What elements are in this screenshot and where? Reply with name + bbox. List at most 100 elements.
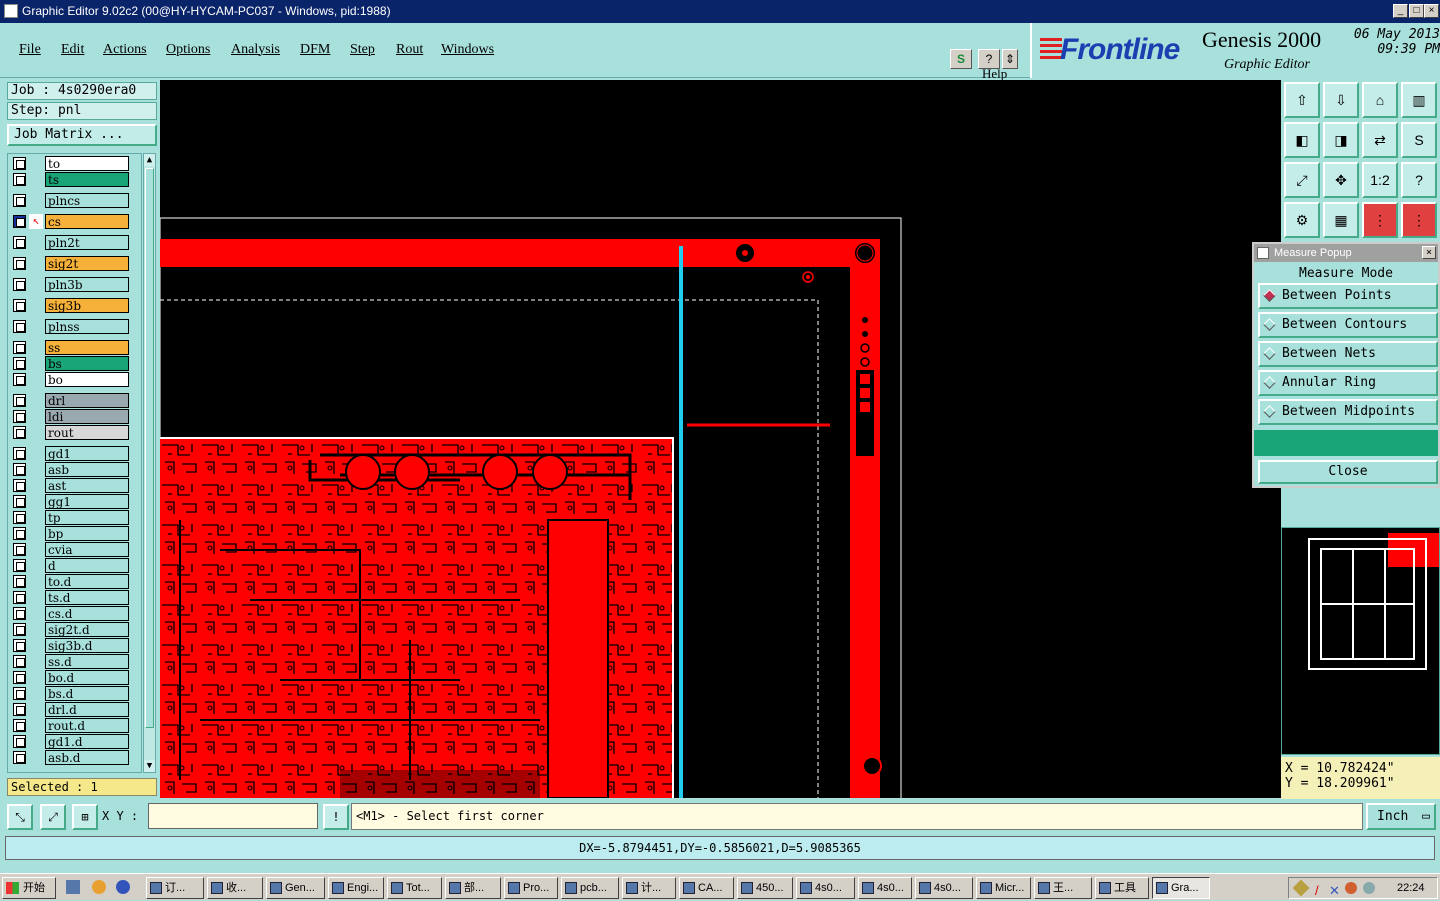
layer-checkbox[interactable]	[13, 591, 26, 604]
layer-checkbox[interactable]	[13, 655, 26, 668]
layer-checkbox[interactable]	[13, 607, 26, 620]
graphic-canvas[interactable]	[159, 80, 1281, 819]
taskbar-item[interactable]: 计...	[622, 877, 676, 899]
layer-name[interactable]: drl.d	[45, 702, 129, 717]
grid-icon[interactable]: ▦	[1323, 202, 1359, 238]
layer-checkbox[interactable]	[13, 623, 26, 636]
layer-name[interactable]: tp	[45, 510, 129, 525]
scroll-up-icon[interactable]: ▲	[144, 154, 155, 166]
menu-step[interactable]: Step	[350, 42, 375, 58]
layer-row[interactable]: pln2t	[11, 235, 141, 250]
layer-checkbox[interactable]	[13, 559, 26, 572]
job-matrix-button[interactable]: Job Matrix ...	[7, 124, 157, 146]
popup-close-icon[interactable]: ×	[1422, 246, 1436, 259]
layer-checkbox[interactable]	[13, 341, 26, 354]
taskbar-item[interactable]: Engi...	[328, 877, 384, 899]
layer-row[interactable]: tp	[11, 510, 141, 525]
menu-analysis[interactable]: Analysis	[231, 42, 280, 58]
menu-rout[interactable]: Rout	[396, 42, 423, 58]
layer-row[interactable]: to	[11, 156, 141, 171]
layer-name[interactable]: pln3b	[45, 277, 129, 292]
layer-checkbox[interactable]	[13, 426, 26, 439]
layer-checkbox[interactable]	[13, 394, 26, 407]
redraw-icon[interactable]: S	[1401, 122, 1437, 158]
snap-grid-icon[interactable]: ⊞	[72, 804, 98, 830]
layer-checkbox[interactable]	[13, 257, 26, 270]
taskbar-item[interactable]: 订...	[146, 877, 204, 899]
pan-right-icon[interactable]: ◨	[1323, 122, 1359, 158]
layer-row[interactable]: drl.d	[11, 702, 141, 717]
info-icon[interactable]: !	[323, 804, 349, 830]
layer-checkbox[interactable]	[13, 194, 26, 207]
layer-checkbox[interactable]	[13, 639, 26, 652]
taskbar-item[interactable]: Gra...	[1152, 877, 1210, 899]
layer-name[interactable]: sig2t.d	[45, 622, 129, 637]
option-annular-ring[interactable]: Annular Ring	[1258, 370, 1438, 396]
units-selector[interactable]: Inch ▭	[1366, 803, 1436, 830]
layer-name[interactable]: ts	[45, 172, 129, 187]
maximize-button[interactable]: □	[1409, 4, 1424, 18]
layer-checkbox[interactable]	[13, 575, 26, 588]
layer-name[interactable]: cvia	[45, 542, 129, 557]
layer-checkbox[interactable]	[13, 320, 26, 333]
layer-row[interactable]: ↖ cs	[11, 214, 141, 229]
layer-name[interactable]: rout	[45, 425, 129, 440]
tray-ime-icon[interactable]	[1345, 882, 1357, 894]
layer-name[interactable]: cs	[45, 214, 129, 229]
tray-pen-icon[interactable]: /	[1315, 881, 1319, 901]
layer-row[interactable]: pln3b	[11, 277, 141, 292]
layer-row[interactable]: ts	[11, 172, 141, 187]
layer-name[interactable]: bo	[45, 372, 129, 387]
taskbar-item[interactable]: 4s0...	[858, 877, 912, 899]
quicklaunch-ie-icon[interactable]	[116, 880, 130, 894]
taskbar-item[interactable]: 部...	[445, 877, 501, 899]
layer-name[interactable]: asb	[45, 462, 129, 477]
layer-name[interactable]: sig3b.d	[45, 638, 129, 653]
layer-checkbox[interactable]	[13, 236, 26, 249]
layer-name[interactable]: plnss	[45, 319, 129, 334]
layer-row[interactable]: ss.d	[11, 654, 141, 669]
quicklaunch-clock-icon[interactable]	[92, 880, 106, 894]
layer-name[interactable]: cs.d	[45, 606, 129, 621]
layer-row[interactable]: drl	[11, 393, 141, 408]
layer-checkbox[interactable]	[13, 671, 26, 684]
layer-checkbox[interactable]	[13, 373, 26, 386]
layer-row[interactable]: rout	[11, 425, 141, 440]
layer-checkbox[interactable]	[13, 447, 26, 460]
menu-options[interactable]: Options	[166, 42, 210, 58]
layer-checkbox[interactable]	[13, 215, 26, 228]
query-icon[interactable]: ?	[1401, 162, 1437, 198]
zoom-down-icon[interactable]: ⇩	[1323, 82, 1359, 118]
taskbar-item[interactable]: 450...	[737, 877, 793, 899]
layer-row[interactable]: asb	[11, 462, 141, 477]
layer-row[interactable]: bs.d	[11, 686, 141, 701]
layer-row[interactable]: plncs	[11, 193, 141, 208]
layer-row[interactable]: d	[11, 558, 141, 573]
close-window-button[interactable]: ×	[1424, 4, 1439, 18]
menu-actions[interactable]: Actions	[103, 42, 147, 58]
layer-row[interactable]: bp	[11, 526, 141, 541]
layer-row[interactable]: ts.d	[11, 590, 141, 605]
scroll-down-icon[interactable]: ▼	[144, 760, 155, 772]
s-icon[interactable]: S	[950, 49, 972, 69]
split-view-icon[interactable]: ▥	[1401, 82, 1437, 118]
layer-row[interactable]: sig3b	[11, 298, 141, 313]
layer-name[interactable]: gd1.d	[45, 734, 129, 749]
draw-tool-icon[interactable]: ⤢	[40, 804, 66, 830]
option-between-contours[interactable]: Between Contours	[1258, 312, 1438, 338]
layer-row[interactable]: gd1	[11, 446, 141, 461]
layer-name[interactable]: gg1	[45, 494, 129, 509]
layer-row[interactable]: sig3b.d	[11, 638, 141, 653]
minimize-button[interactable]: _	[1393, 4, 1408, 18]
layer-checkbox[interactable]	[13, 357, 26, 370]
layer-checkbox[interactable]	[13, 495, 26, 508]
taskbar-item[interactable]: Micr...	[976, 877, 1031, 899]
taskbar-item[interactable]: 4s0...	[915, 877, 973, 899]
layer-checkbox[interactable]	[13, 751, 26, 764]
menu-file[interactable]: File	[19, 42, 41, 58]
layer-row[interactable]: plnss	[11, 319, 141, 334]
layer-checkbox[interactable]	[13, 299, 26, 312]
layer-row[interactable]: to.d	[11, 574, 141, 589]
layer-name[interactable]: pln2t	[45, 235, 129, 250]
pan-left-icon[interactable]: ◧	[1284, 122, 1320, 158]
